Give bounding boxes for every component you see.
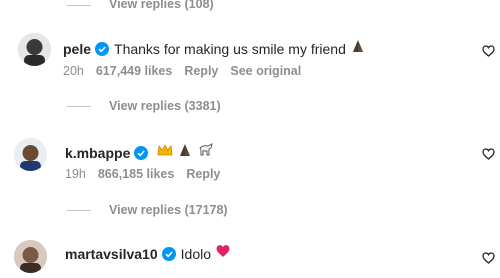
folded-hands-icon <box>350 38 366 59</box>
username[interactable]: k.mbappe <box>65 145 130 161</box>
heart-like-icon[interactable] <box>482 148 495 160</box>
verified-badge-icon <box>161 246 176 261</box>
heart-like-icon[interactable] <box>482 252 495 264</box>
replies-divider-line <box>67 5 91 6</box>
see-original-button[interactable]: See original <box>230 64 301 78</box>
view-replies-link[interactable]: View replies (108) <box>109 0 214 11</box>
goat-icon <box>197 142 215 163</box>
reply-button[interactable]: Reply <box>184 64 218 78</box>
folded-hands-icon <box>177 142 193 163</box>
avatar-image <box>14 138 47 171</box>
comment-time: 20h <box>63 64 84 78</box>
crown-icon <box>157 143 173 162</box>
comment-meta: 19h 866,185 likes Reply <box>65 167 220 181</box>
comment-line: martavsilva10 Idolo <box>65 244 231 263</box>
comment-meta: 20h 617,449 likes Reply See original <box>63 64 301 78</box>
username[interactable]: pele <box>63 41 91 57</box>
avatar-martavsilva10[interactable] <box>14 240 47 273</box>
likes-count[interactable]: 866,185 likes <box>98 167 174 181</box>
comment-text: Idolo <box>180 245 211 262</box>
replies-divider-line <box>67 106 91 107</box>
reply-button[interactable]: Reply <box>186 167 220 181</box>
avatar-image <box>14 240 47 273</box>
comment-time: 19h <box>65 167 86 181</box>
replies-divider-line <box>67 210 91 211</box>
comment-line: pele Thanks for making us smile my frien… <box>63 38 366 59</box>
red-heart-icon <box>215 244 231 263</box>
username[interactable]: martavsilva10 <box>65 246 158 262</box>
view-replies-link[interactable]: View replies (17178) <box>109 203 228 217</box>
comment-text: Thanks for making us smile my friend <box>114 40 346 57</box>
avatar-kmbappe[interactable] <box>14 138 47 171</box>
likes-count[interactable]: 617,449 likes <box>96 64 172 78</box>
avatar-image <box>18 33 51 66</box>
comment-line: k.mbappe <box>65 142 215 163</box>
verified-badge-icon <box>95 41 110 56</box>
view-replies-link[interactable]: View replies (3381) <box>109 99 221 113</box>
avatar-pele[interactable] <box>18 33 51 66</box>
heart-like-icon[interactable] <box>482 45 495 57</box>
verified-badge-icon <box>134 145 149 160</box>
